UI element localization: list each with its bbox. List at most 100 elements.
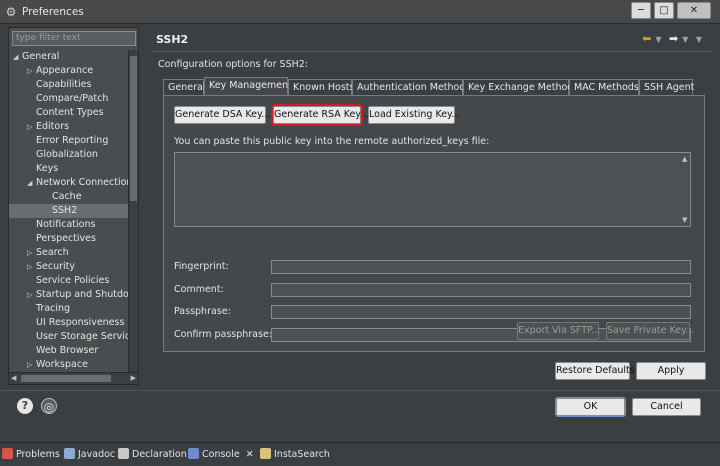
- tree-item[interactable]: ▷ Editors: [9, 120, 129, 134]
- view-tab-label: Javadoc: [78, 449, 116, 460]
- key-management-panel: Generate DSA Key... Generate RSA Key... …: [163, 95, 705, 352]
- scroll-up-arrow-icon[interactable]: ▲: [682, 155, 687, 163]
- restore-defaults-button[interactable]: Restore Defaults: [555, 362, 635, 380]
- tree-item[interactable]: ◢ General: [9, 50, 129, 64]
- preferences-tree: ◢ General ▷ Appearance Capabilities Compare/P…: [9, 50, 129, 372]
- collapsed-twisty-icon[interactable]: ▷: [27, 260, 36, 274]
- view-tab-javadoc[interactable]: Javadoc: [64, 448, 115, 462]
- tree-item[interactable]: Error Reporting: [9, 134, 129, 148]
- scroll-right-arrow-icon[interactable]: ▶: [131, 374, 136, 382]
- view-tab-bar: Problems Javadoc Declaration Console ✕ I…: [0, 442, 720, 466]
- tree-item-label: Web Browser: [36, 345, 99, 356]
- scroll-left-arrow-icon[interactable]: ◀: [11, 374, 16, 382]
- apply-button[interactable]: Apply: [636, 362, 706, 380]
- back-dropdown-icon[interactable]: ▼: [655, 35, 661, 44]
- tree-item[interactable]: Web Browser: [9, 344, 129, 358]
- tree-item-label: Keys: [36, 163, 59, 174]
- tab-key-exchange-methods[interactable]: Key Exchange Methods: [463, 79, 578, 95]
- save-private-key-button[interactable]: Save Private Key...: [606, 322, 694, 340]
- public-key-label: You can paste this public key into the r…: [174, 136, 490, 147]
- dialog-button-separator: [0, 390, 720, 391]
- collapsed-twisty-icon[interactable]: ▷: [27, 120, 36, 134]
- tree-item-label: Workspace: [36, 359, 88, 370]
- tree-item[interactable]: User Storage Service: [9, 330, 129, 344]
- tab-key-management[interactable]: Key Management: [204, 77, 292, 96]
- forward-dropdown-icon[interactable]: ▼: [682, 35, 688, 44]
- tab-mac-methods[interactable]: MAC Methods: [569, 79, 639, 95]
- instasearch-icon: [260, 448, 271, 459]
- tree-item[interactable]: Perspectives: [9, 232, 129, 246]
- tree-item[interactable]: ▷ Search: [9, 246, 129, 260]
- view-tab-problems[interactable]: Problems: [2, 448, 60, 462]
- view-tab-declaration[interactable]: Declaration: [118, 448, 187, 462]
- tree-item[interactable]: Keys: [9, 162, 129, 176]
- tree-item-label: Cache: [52, 191, 82, 202]
- expanded-twisty-icon[interactable]: ◢: [13, 50, 22, 64]
- tree-horizontal-scrollbar[interactable]: ◀ ▶: [9, 372, 138, 384]
- tree-item[interactable]: Capabilities: [9, 78, 129, 92]
- page-title: SSH2: [156, 33, 189, 46]
- title-bar: ⚙ Preferences ─ □ ✕: [0, 0, 720, 24]
- console-close-icon[interactable]: ✕: [246, 449, 254, 460]
- tree-item[interactable]: Notifications: [9, 218, 129, 232]
- tree-item[interactable]: ▷ Workspace: [9, 358, 129, 372]
- collapsed-twisty-icon[interactable]: ▷: [27, 64, 36, 78]
- close-button[interactable]: ✕: [677, 2, 711, 19]
- tab-general[interactable]: General: [163, 79, 205, 95]
- tree-item[interactable]: ▷ Appearance: [9, 64, 129, 78]
- generate-rsa-key-button[interactable]: Generate RSA Key...: [271, 104, 369, 126]
- tree-hscroll-thumb[interactable]: [21, 375, 111, 382]
- tree-item-label: Notifications: [36, 219, 96, 230]
- tree-vertical-scrollbar[interactable]: [128, 50, 138, 372]
- public-key-textarea[interactable]: ▲ ▼: [174, 152, 691, 227]
- tree-item[interactable]: Cache: [9, 190, 129, 204]
- filter-input[interactable]: type filter text: [12, 31, 136, 46]
- back-arrow-icon[interactable]: ⬅: [642, 32, 651, 45]
- tree-item[interactable]: ▷Startup and Shutdown: [9, 288, 129, 302]
- view-tab-console[interactable]: Console ✕: [188, 448, 254, 462]
- forward-arrow-icon[interactable]: ➡: [669, 32, 678, 45]
- tree-item-label: Tracing: [36, 303, 71, 314]
- export-via-sftp-button[interactable]: Export Via SFTP...: [517, 322, 600, 340]
- tree-item-label: UI Responsiveness Monitoring: [36, 317, 129, 328]
- help-icon[interactable]: ?: [17, 398, 33, 414]
- tree-vscroll-thumb[interactable]: [130, 56, 137, 201]
- minimize-button[interactable]: ─: [631, 2, 651, 19]
- tab-authentication-methods[interactable]: Authentication Methods: [352, 79, 470, 95]
- import-export-icon[interactable]: ◎: [41, 398, 57, 414]
- tree-item[interactable]: ▷ Security: [9, 260, 129, 274]
- scroll-down-arrow-icon[interactable]: ▼: [682, 216, 687, 224]
- textarea-scrollbar[interactable]: ▲ ▼: [680, 153, 690, 226]
- confirm-passphrase-label: Confirm passphrase:: [174, 329, 272, 340]
- tree-item[interactable]: Service Policies: [9, 274, 129, 288]
- tree-item-label: Appearance: [36, 65, 94, 76]
- view-tab-label: Problems: [16, 449, 60, 460]
- tree-item[interactable]: Globalization: [9, 148, 129, 162]
- load-existing-key-button[interactable]: Load Existing Key...: [368, 106, 460, 124]
- tree-item-label: Editors: [36, 121, 70, 132]
- fingerprint-label: Fingerprint:: [174, 261, 229, 272]
- passphrase-field[interactable]: [271, 305, 691, 319]
- cancel-button[interactable]: Cancel: [632, 398, 701, 416]
- page-description: Configuration options for SSH2:: [158, 59, 308, 70]
- ok-button[interactable]: OK: [555, 397, 626, 417]
- tab-ssh-agent[interactable]: SSH Agent: [639, 79, 694, 95]
- maximize-button[interactable]: □: [654, 2, 674, 19]
- tree-item[interactable]: SSH2: [9, 204, 129, 218]
- view-tab-instasearch[interactable]: InstaSearch: [260, 448, 330, 462]
- comment-field[interactable]: [271, 283, 691, 297]
- tree-item[interactable]: Tracing: [9, 302, 129, 316]
- tree-item[interactable]: ◢ Network Connection: [9, 176, 129, 190]
- tree-item[interactable]: UI Responsiveness Monitoring: [9, 316, 129, 330]
- view-menu-icon[interactable]: ▼: [696, 35, 702, 44]
- expanded-twisty-icon[interactable]: ◢: [27, 176, 36, 190]
- collapsed-twisty-icon[interactable]: ▷: [27, 246, 36, 260]
- tree-item-label: Startup and Shutdown: [36, 289, 129, 300]
- collapsed-twisty-icon[interactable]: ▷: [27, 288, 36, 302]
- tree-item[interactable]: Content Types: [9, 106, 129, 120]
- collapsed-twisty-icon[interactable]: ▷: [27, 358, 36, 372]
- generate-dsa-key-button[interactable]: Generate DSA Key...: [174, 106, 270, 124]
- tree-item[interactable]: Compare/Patch: [9, 92, 129, 106]
- tab-known-hosts[interactable]: Known Hosts: [288, 79, 354, 95]
- view-tab-label: Console: [202, 449, 240, 460]
